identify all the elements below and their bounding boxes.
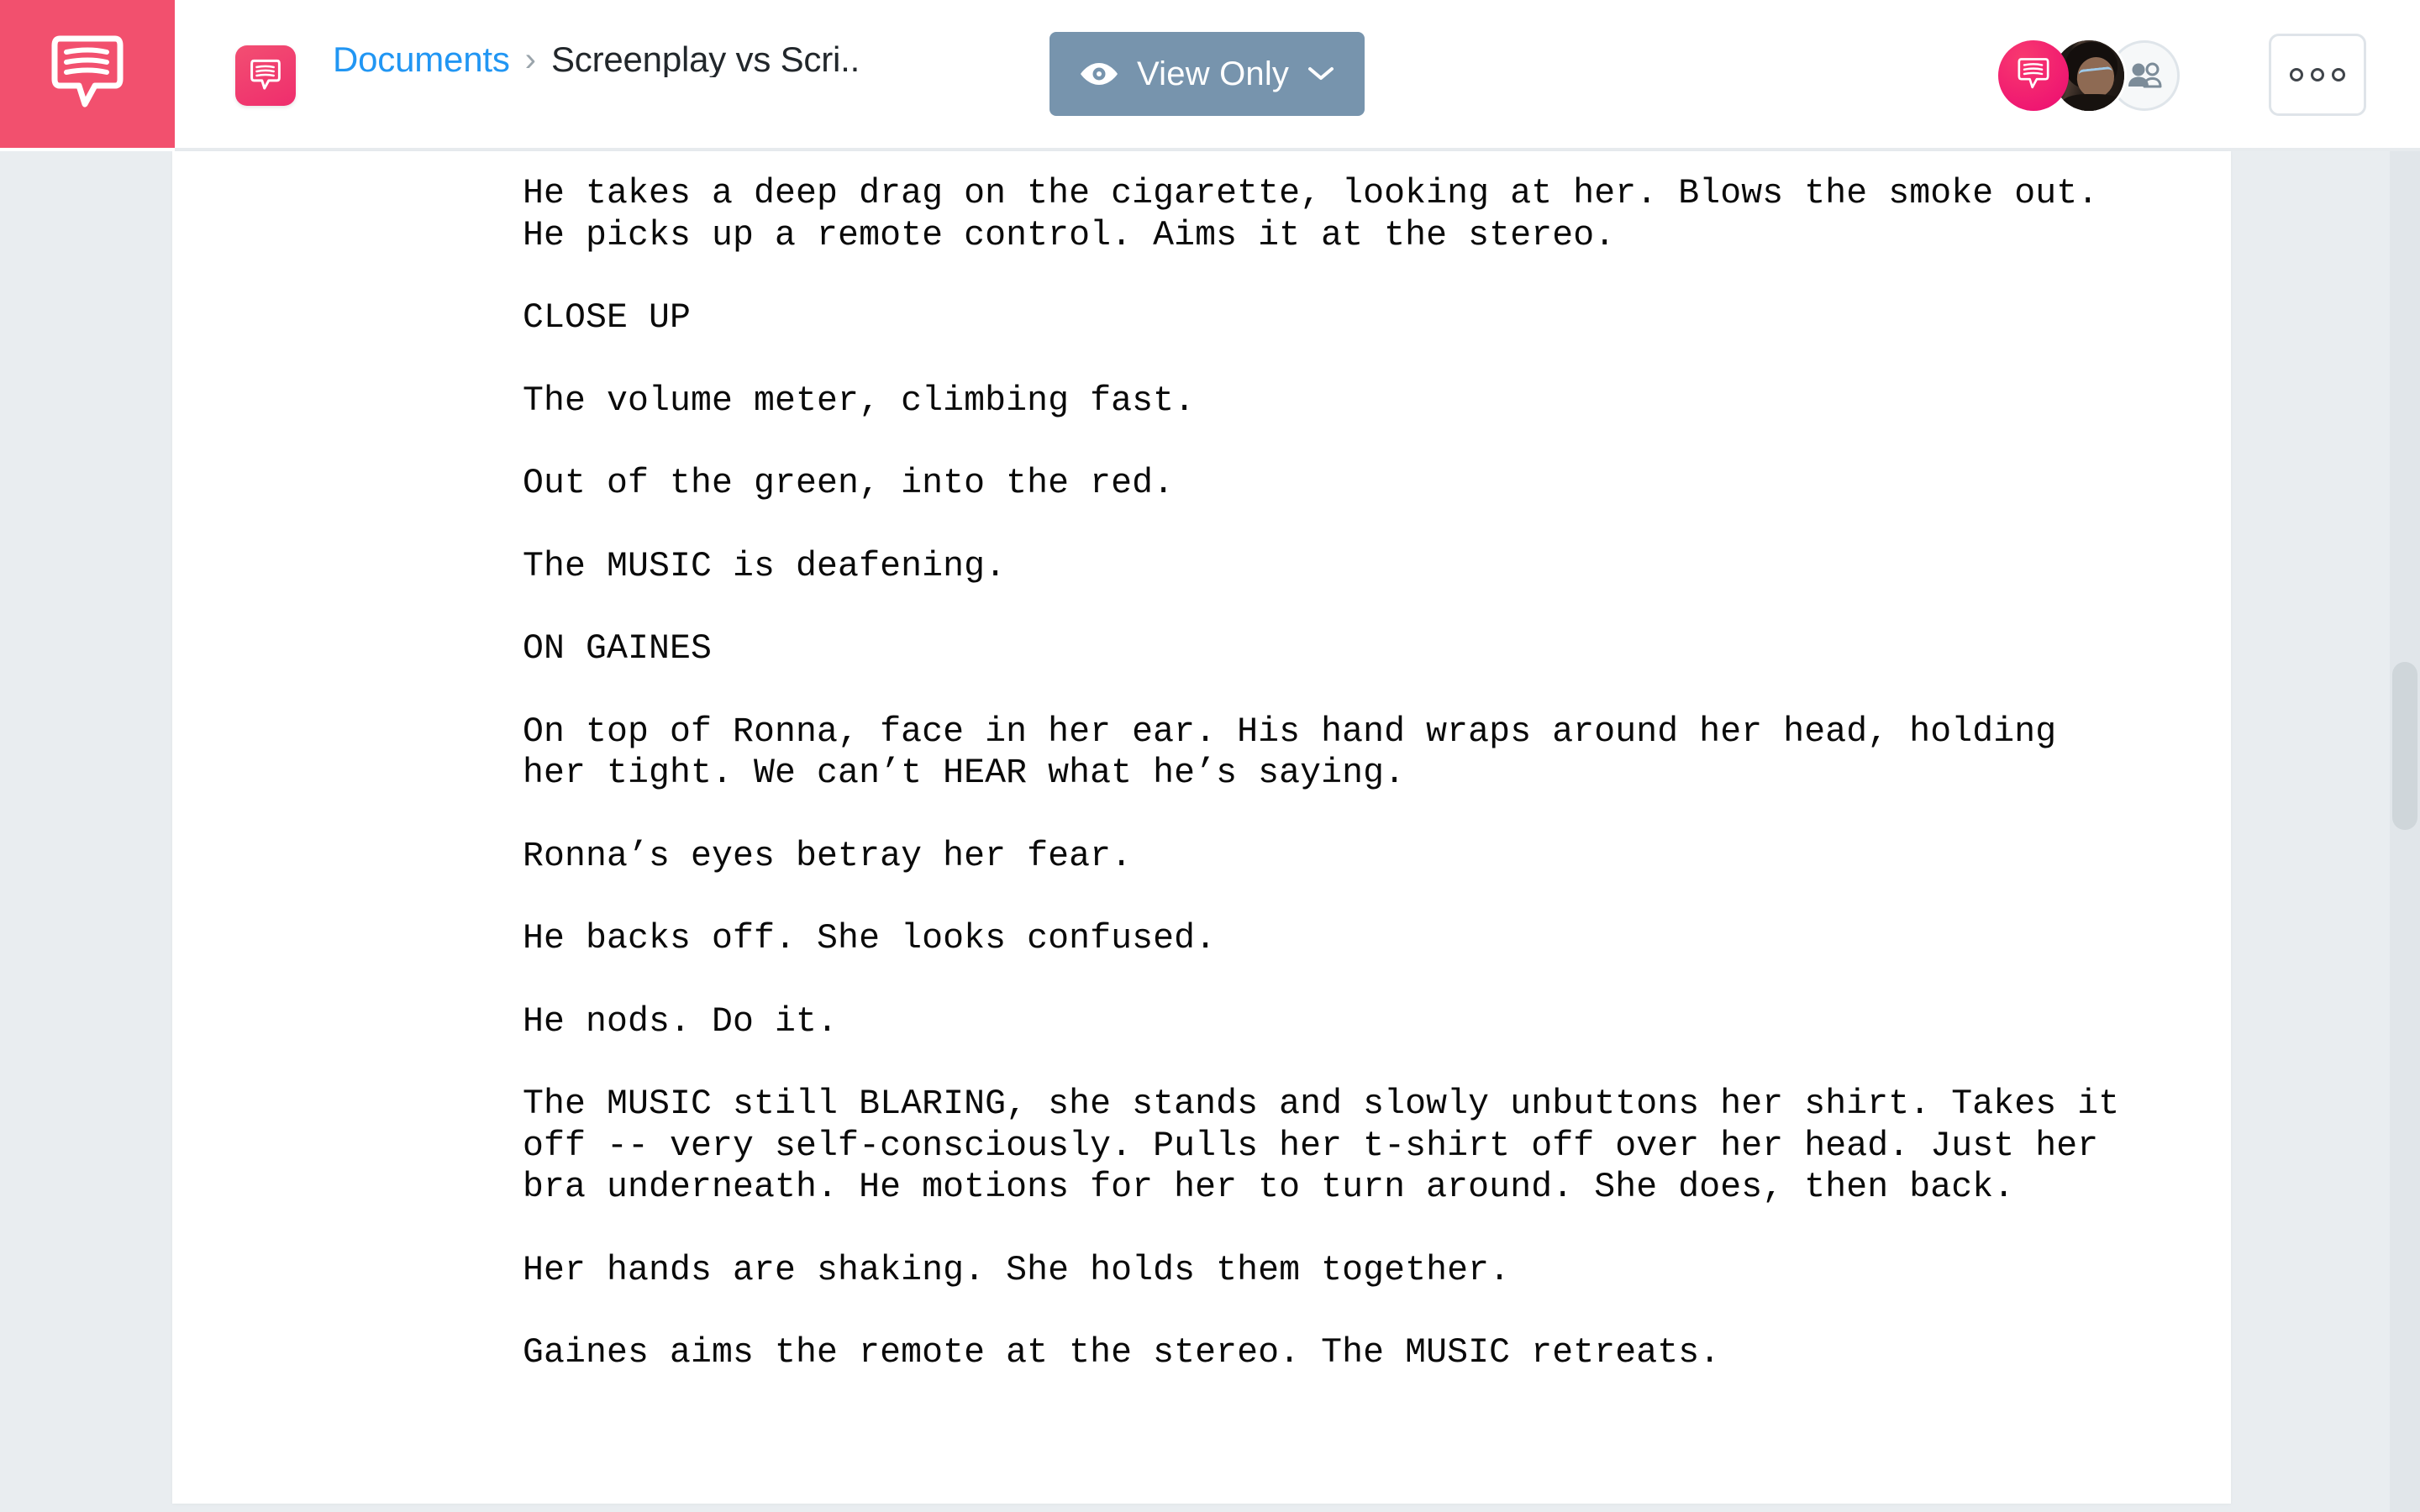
more-options-button[interactable] <box>2269 34 2366 116</box>
top-header-bar: Documents › Screenplay vs Scri.. View On… <box>175 0 2420 148</box>
eye-icon <box>1080 60 1118 87</box>
ellipsis-icon <box>2290 68 2303 81</box>
view-only-label: View Only <box>1137 55 1290 92</box>
breadcrumb-current-document[interactable]: Screenplay vs Scri.. <box>551 42 860 77</box>
ellipsis-icon <box>2332 68 2345 81</box>
screenplay-paragraph: On top of Ronna, face in her ear. His ha… <box>523 711 2078 794</box>
vertical-scrollbar[interactable] <box>2390 151 2420 1512</box>
app-root: Documents › Screenplay vs Scri.. View On… <box>0 0 2420 1512</box>
chevron-down-icon <box>1307 66 1334 82</box>
document-page: He takes a deep drag on the cigarette, l… <box>172 151 2231 1504</box>
breadcrumb: Documents › Screenplay vs Scri.. <box>333 42 860 77</box>
comments-badge[interactable] <box>1998 40 2069 111</box>
view-only-button[interactable]: View Only <box>1050 32 1365 116</box>
speech-bubble-logo-icon <box>51 32 124 116</box>
screenplay-paragraph: He takes a deep drag on the cigarette, l… <box>523 174 2120 255</box>
screenplay-paragraph: Gaines aims the remote at the stereo. Th… <box>523 1333 1721 1373</box>
comment-bubble-icon <box>2015 55 2052 97</box>
breadcrumb-documents-link[interactable]: Documents <box>333 42 510 77</box>
document-workspace: He takes a deep drag on the cigarette, l… <box>0 151 2420 1512</box>
avatar-photo-body <box>2062 94 2123 111</box>
screenplay-paragraph: CLOSE UP <box>523 298 692 338</box>
screenplay-paragraph: Out of the green, into the red. <box>523 464 1175 503</box>
speech-bubble-doc-icon <box>250 58 281 93</box>
scrollbar-thumb[interactable] <box>2392 662 2417 830</box>
collaborator-avatar-stack <box>1998 40 2180 111</box>
screenplay-paragraph: The volume meter, climbing fast. <box>523 381 1196 421</box>
screenplay-paragraph: ON GAINES <box>523 629 713 669</box>
people-icon <box>2127 61 2162 90</box>
screenplay-paragraph: He nods. Do it. <box>523 1001 839 1042</box>
screenplay-paragraph: Ronna’s eyes betray her fear. <box>523 836 1133 876</box>
document-type-chip[interactable] <box>235 45 296 106</box>
screenplay-paragraph: He backs off. She looks confused. <box>523 919 1217 958</box>
screenplay-paragraph: Her hands are shaking. She holds them to… <box>523 1250 1511 1290</box>
breadcrumb-separator-icon: › <box>524 41 536 78</box>
screenplay-body: He takes a deep drag on the cigarette, l… <box>523 173 2130 1374</box>
screenplay-paragraph: The MUSIC is deafening. <box>523 546 1007 586</box>
screenplay-paragraph: The MUSIC still BLARING, she stands and … <box>523 1084 2141 1207</box>
brand-logo-rail[interactable] <box>0 0 175 148</box>
ellipsis-icon <box>2311 68 2324 81</box>
